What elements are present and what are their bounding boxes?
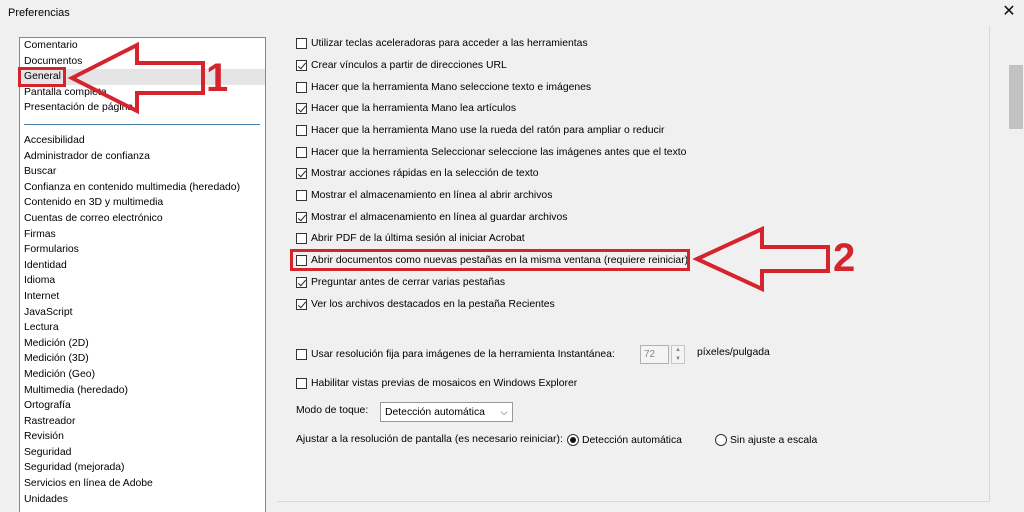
annotation-number-1: 1 xyxy=(206,56,229,100)
annotation-arrows xyxy=(67,41,830,293)
arrow-2-icon xyxy=(692,225,830,293)
annotation-number-2: 2 xyxy=(833,236,856,280)
arrow-1-icon xyxy=(67,41,205,115)
